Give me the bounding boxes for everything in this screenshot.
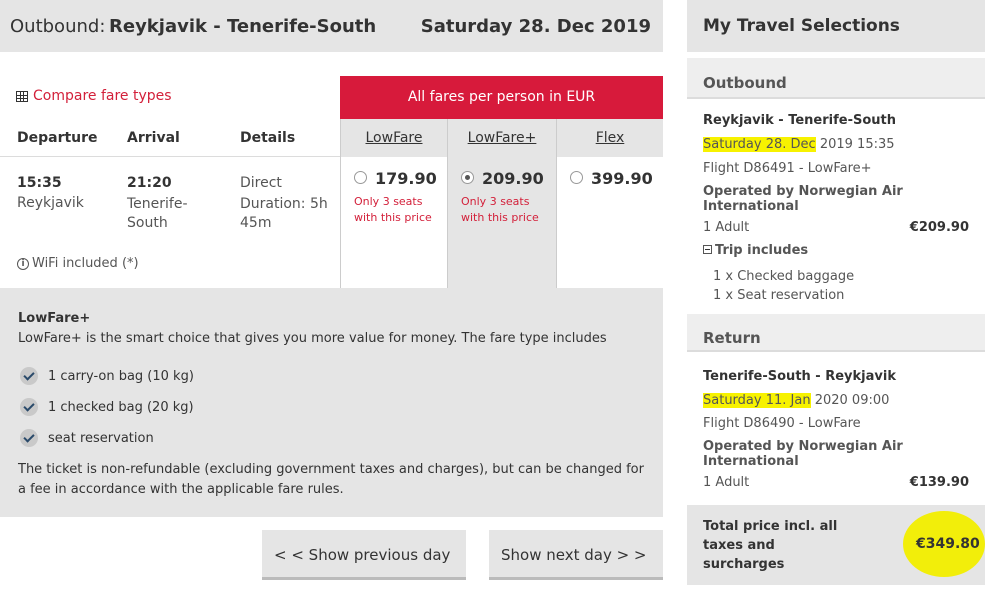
fare-info-title: LowFare+ — [18, 311, 91, 326]
fare-feature: 1 carry-on bag (10 kg) — [20, 367, 194, 385]
return-passengers: 1 Adult — [703, 475, 750, 490]
check-icon — [20, 398, 38, 416]
fare-radio-lowfare[interactable] — [354, 171, 367, 184]
departure-city: Reykjavik — [17, 195, 84, 211]
return-operator: Operated by Norwegian Air International — [703, 439, 903, 469]
table-icon — [16, 90, 28, 102]
compare-fare-types-link[interactable]: Compare fare types — [16, 88, 172, 104]
departure-column-header: Departure — [17, 130, 98, 146]
divider — [0, 156, 340, 157]
trip-includes-label: Trip includes — [715, 243, 809, 258]
return-section-label: Return — [703, 329, 761, 347]
total-price-amount: €349.80 — [916, 536, 980, 552]
trip-includes-toggle[interactable]: Trip includes — [703, 243, 808, 258]
fare-feature-label: 1 carry-on bag (10 kg) — [48, 368, 194, 384]
total-price-box: Total price incl. all taxes and surcharg… — [687, 505, 985, 585]
fare-radio-flex[interactable] — [570, 171, 583, 184]
arrival-time: 21:20 — [127, 175, 172, 191]
check-icon — [20, 367, 38, 385]
return-amount: €139.90 — [909, 475, 969, 490]
collapse-icon — [703, 245, 712, 254]
outbound-passengers: 1 Adult — [703, 220, 750, 235]
time-text: 2019 15:35 — [819, 137, 895, 152]
fare-cell-flex[interactable]: 399.90 — [556, 157, 663, 288]
arrival-column-header: Arrival — [127, 130, 180, 146]
fare-feature-label: seat reservation — [48, 430, 154, 446]
selections-header: My Travel Selections — [687, 0, 985, 52]
check-icon — [20, 429, 38, 447]
fare-price: 399.90 — [591, 169, 653, 188]
total-price-label: Total price incl. all taxes and surcharg… — [703, 519, 838, 572]
date-highlight: Saturday 11. Jan — [703, 393, 811, 408]
wifi-info[interactable]: i WiFi included (*) — [17, 256, 139, 271]
fare-price: 179.90 — [375, 169, 437, 188]
details-column-header: Details — [240, 130, 296, 146]
travel-date: Saturday 28. Dec 2019 — [420, 16, 651, 37]
fare-rules-note: The ticket is non-refundable (excluding … — [18, 462, 644, 497]
outbound-operator: Operated by Norwegian Air International — [703, 184, 903, 214]
flight-type: Direct — [240, 175, 282, 191]
fare-feature: 1 checked bag (20 kg) — [20, 398, 194, 416]
return-datetime: Saturday 11. Jan 2020 09:00 — [703, 393, 889, 408]
outbound-flight-number: Flight D86491 - LowFare+ — [703, 161, 872, 176]
time-text: 2020 09:00 — [814, 393, 890, 408]
outbound-datetime: Saturday 28. Dec 2019 15:35 — [703, 137, 895, 152]
selections-title: My Travel Selections — [703, 16, 900, 36]
fare-price: 209.90 — [482, 169, 544, 188]
route-title: Reykjavik - Tenerife-South — [109, 16, 377, 37]
seats-warning: Only 3 seats with this price — [461, 195, 539, 224]
included-item: 1 x Seat reservation — [713, 288, 845, 303]
fare-feature-label: 1 checked bag (20 kg) — [48, 399, 194, 415]
outbound-header: Outbound: Reykjavik - Tenerife-South Sat… — [0, 0, 663, 52]
fare-feature: seat reservation — [20, 429, 154, 447]
seats-warning: Only 3 seats with this price — [354, 195, 432, 224]
fare-info-panel: LowFare+ LowFare+ is the smart choice th… — [0, 288, 663, 517]
info-icon: i — [17, 257, 29, 270]
outbound-route: Reykjavik - Tenerife-South — [703, 113, 896, 128]
compare-fare-types-label: Compare fare types — [33, 88, 172, 104]
date-highlight: Saturday 28. Dec — [703, 137, 816, 152]
outbound-section-label: Outbound — [703, 74, 787, 92]
fares-banner: All fares per person in EUR — [340, 76, 663, 119]
tab-lowfare-plus[interactable]: LowFare+ — [447, 119, 556, 157]
arrival-city: Tenerife-South — [127, 196, 188, 231]
fare-info-description: LowFare+ is the smart choice that gives … — [18, 331, 607, 346]
direction-label: Outbound: — [10, 16, 106, 37]
return-flight-number: Flight D86490 - LowFare — [703, 416, 861, 431]
tab-flex[interactable]: Flex — [556, 119, 663, 157]
wifi-label: WiFi included (*) — [32, 256, 139, 271]
flight-duration: Duration: 5h 45m — [240, 196, 328, 231]
divider — [687, 350, 985, 352]
fare-cell-lowfare-plus[interactable]: 209.90 Only 3 seats with this price — [447, 157, 556, 288]
departure-time: 15:35 — [17, 175, 62, 191]
outbound-amount: €209.90 — [909, 220, 969, 235]
fare-cell-lowfare[interactable]: 179.90 Only 3 seats with this price — [340, 157, 447, 288]
divider — [687, 97, 985, 99]
included-item: 1 x Checked baggage — [713, 269, 855, 284]
fare-radio-lowfare-plus[interactable] — [461, 171, 474, 184]
return-route: Tenerife-South - Reykjavik — [703, 369, 896, 384]
tab-lowfare[interactable]: LowFare — [340, 119, 447, 157]
next-day-button[interactable]: Show next day > > — [489, 530, 663, 580]
previous-day-button[interactable]: < < Show previous day — [262, 530, 466, 580]
